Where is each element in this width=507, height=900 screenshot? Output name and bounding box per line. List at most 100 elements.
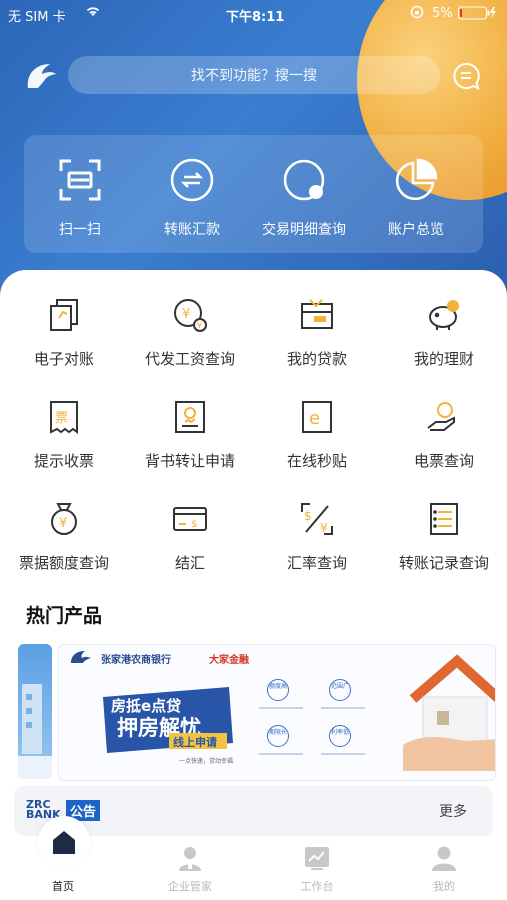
e-discount-icon: e — [298, 398, 336, 436]
home-icon — [50, 828, 78, 860]
previous-banner-slide[interactable] — [18, 644, 52, 779]
quick-action-label: 账户总览 — [388, 222, 444, 238]
grid-item-label: 我的理财 — [413, 350, 474, 368]
banner-promo-line3: 线上申请 — [173, 735, 217, 749]
grid-item-label: 票据额度查询 — [18, 554, 109, 572]
grid-item-salary-query[interactable]: ¥ ¥ 代发工资查询 — [127, 296, 253, 386]
grid-item-e-ticket-query[interactable]: 电票查询 — [381, 398, 507, 488]
search-placeholder: 找不到功能？搜一搜 — [191, 68, 317, 84]
quick-action-label: 交易明细查询 — [262, 222, 346, 238]
quick-action-account-overview[interactable]: 账户总览 — [360, 135, 472, 253]
grid-item-label: 代发工资查询 — [144, 350, 235, 368]
grid-item-e-reconciliation[interactable]: 电子对账 — [1, 296, 127, 386]
status-bar: 无 SIM 卡 下午8:11 5% — [0, 0, 507, 28]
quick-action-transactions[interactable]: 交易明细查询 — [248, 135, 360, 253]
hand-coin-icon — [425, 398, 463, 436]
grid-item-my-wealth[interactable]: 我的理财 — [381, 296, 507, 386]
tab-label: 首页 — [52, 880, 74, 893]
grid-item-exchange-rate[interactable]: $ ¥ 汇率查询 — [254, 500, 380, 590]
banner-partner-name: 大家金融 — [209, 655, 249, 666]
grid-item-online-discount[interactable]: e 在线秒贴 — [254, 398, 380, 488]
quick-action-scan[interactable]: 扫一扫 — [24, 135, 136, 253]
grid-item-settlement[interactable]: $ 结汇 — [127, 500, 253, 590]
feature-text-line — [259, 753, 303, 755]
feature-text-line — [321, 707, 365, 709]
transaction-detail-icon — [281, 157, 327, 203]
banner-promo-art: 房抵e点贷 押房解忧 线上申请 一点快速，贷动幸福 — [99, 683, 239, 765]
more-link[interactable]: 更多 — [439, 801, 467, 821]
grid-item-endorsement[interactable]: 背书转让申请 — [127, 398, 253, 488]
endorsement-icon — [171, 398, 209, 436]
svg-text:¥: ¥ — [182, 307, 190, 322]
quick-action-transfer[interactable]: 转账汇款 — [136, 135, 248, 253]
loan-icon — [298, 296, 336, 334]
grid-item-label: 我的贷款 — [286, 350, 347, 368]
grid-item-label: 结汇 — [174, 554, 205, 572]
rotation-lock-icon — [410, 5, 424, 23]
grid-item-label: 提示收票 — [33, 452, 94, 470]
banner-slide[interactable]: 张家港农商银行 大家金融 房抵e点贷 押房解忧 线上申请 一点快速，贷动幸福 额… — [58, 644, 496, 781]
quick-action-label: 扫一扫 — [59, 222, 101, 238]
tab-label: 我的 — [433, 880, 455, 893]
svg-text:¥: ¥ — [320, 521, 328, 535]
pie-chart-icon — [393, 157, 439, 203]
tab-label: 工作台 — [300, 880, 334, 893]
documents-icon — [45, 296, 83, 334]
grid-item-prompt-receipt[interactable]: 票 提示收票 — [1, 398, 127, 488]
grid-item-label: 在线秒贴 — [286, 452, 347, 470]
wifi-icon — [84, 4, 102, 22]
scan-icon — [57, 157, 103, 203]
transfer-icon — [169, 157, 215, 203]
carrier-label: 无 SIM 卡 — [8, 10, 66, 25]
svg-text:$: $ — [304, 509, 312, 523]
banner-promo-foot: 一点快速，贷动幸福 — [179, 757, 233, 765]
grid-item-label: 转账记录查询 — [398, 554, 489, 572]
hot-products-title: 热门产品 — [26, 605, 103, 627]
list-record-icon — [425, 500, 463, 538]
banner-promo-line1: 房抵e点贷 — [111, 697, 181, 715]
feature-text-line — [259, 707, 303, 709]
banner-bank-name: 张家港农商银行 — [101, 655, 171, 666]
card-dollar-icon: $ — [171, 500, 209, 538]
battery-percent: 5% — [432, 6, 453, 21]
receipt-icon: 票 — [45, 398, 83, 436]
grid-item-bill-quota[interactable]: ¥ 票据额度查询 — [1, 500, 127, 590]
search-input[interactable]: 找不到功能？搜一搜 — [68, 56, 440, 94]
salary-coin-icon: ¥ ¥ — [171, 296, 209, 334]
feature-badge: 额度高 — [267, 679, 289, 701]
svg-text:¥: ¥ — [59, 516, 67, 531]
house-in-hand-icon — [403, 653, 495, 771]
product-banner-carousel[interactable]: 张家港农商银行 大家金融 房抵e点贷 押房解忧 线上申请 一点快速，贷动幸福 额… — [18, 644, 496, 781]
tab-label: 企业管家 — [168, 880, 212, 893]
feature-text-line — [321, 753, 365, 755]
feature-badge: 利率低 — [329, 725, 351, 747]
bank-logo-mini-icon — [69, 649, 95, 669]
profile-icon — [430, 844, 458, 872]
tab-mine[interactable]: 我的 — [381, 836, 507, 900]
bank-logo-icon — [20, 58, 62, 92]
message-icon[interactable] — [450, 60, 482, 92]
svg-text:$: $ — [191, 519, 197, 530]
workbench-chart-icon — [303, 844, 331, 872]
grid-item-transfer-records[interactable]: 转账记录查询 — [381, 500, 507, 590]
grid-item-label: 汇率查询 — [286, 554, 347, 572]
grid-item-label: 背书转让申请 — [144, 452, 235, 470]
money-bag-icon: ¥ — [45, 500, 83, 538]
feature-badge: 范围广 — [329, 679, 351, 701]
svg-text:e: e — [309, 408, 320, 429]
quick-actions-card: 扫一扫 转账汇款 交易明细查询 账户总览 — [24, 135, 483, 253]
battery-icon — [458, 6, 498, 24]
svg-text:¥: ¥ — [197, 321, 202, 330]
svg-text:票: 票 — [55, 411, 68, 426]
piggy-bank-icon — [425, 296, 463, 334]
tab-enterprise-manager[interactable]: 企业管家 — [127, 836, 253, 900]
grid-item-label: 电票查询 — [413, 452, 474, 470]
feature-badge: 期限长 — [267, 725, 289, 747]
quick-action-label: 转账汇款 — [164, 222, 220, 238]
manager-icon — [176, 844, 204, 872]
tab-workbench[interactable]: 工作台 — [254, 836, 380, 900]
exchange-rate-icon: $ ¥ — [298, 500, 336, 538]
grid-item-my-loan[interactable]: 我的贷款 — [254, 296, 380, 386]
home-tab-bubble[interactable] — [38, 816, 90, 868]
clock: 下午8:11 — [226, 10, 285, 25]
